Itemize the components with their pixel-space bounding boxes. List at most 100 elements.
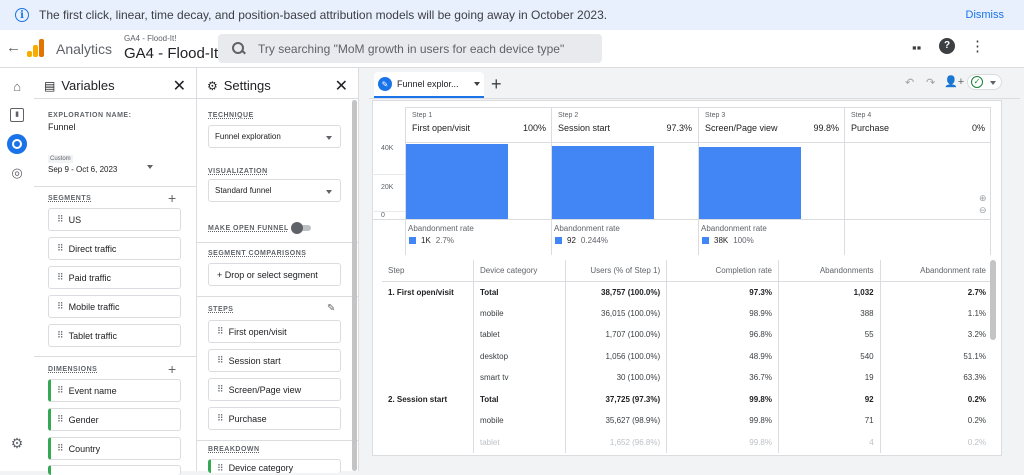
advertising-icon[interactable]: ◎ (10, 166, 24, 180)
table-row[interactable]: 1. First open/visit Total 38,757 (100.0%) 9… (382, 281, 992, 303)
legend-swatch (555, 237, 562, 244)
drag-handle-icon[interactable]: ⠿ (57, 443, 64, 454)
drag-handle-icon[interactable]: ⠿ (57, 330, 64, 341)
drag-handle-icon[interactable]: ⠿ (57, 414, 64, 425)
table-row[interactable]: tablet 1,652 (96.8%) 99.8% 4 0.2% (382, 431, 992, 453)
col-header-abandonments[interactable]: Abandonments (777, 260, 881, 282)
save-status-button[interactable]: ✓ (967, 74, 1002, 90)
segment-chip[interactable]: ⠿ Direct traffic (48, 237, 181, 260)
dismiss-button[interactable]: Dismiss (966, 9, 1005, 21)
step-name-label: Screen/Page view (705, 123, 778, 133)
abandonment-label: Abandonment rate (554, 224, 620, 233)
visualization-dropdown[interactable]: Standard funnel (208, 179, 341, 202)
step-chip[interactable]: ⠿ Screen/Page view (208, 378, 341, 401)
search-placeholder: Try searching "MoM growth in users for e… (258, 41, 565, 56)
drag-handle-icon[interactable]: ⠿ (57, 272, 64, 283)
drag-handle-icon[interactable]: ⠿ (217, 355, 224, 366)
table-row[interactable]: tablet 1,707 (100.0%) 96.8% 55 3.2% (382, 324, 992, 346)
segment-chip[interactable]: ⠿ Paid traffic (48, 266, 181, 289)
col-header-step[interactable]: Step (382, 260, 474, 282)
table-cell: 2.7% (879, 281, 992, 303)
table-row[interactable]: desktop 1,056 (100.0%) 48.9% 540 51.1% (382, 345, 992, 367)
search-bar[interactable]: Try searching "MoM growth in users for e… (218, 34, 602, 63)
step-name-label: Purchase (851, 123, 890, 133)
add-segment-icon[interactable]: + (168, 190, 176, 206)
funnel-bar[interactable] (406, 144, 508, 219)
exploration-name-label: EXPLORATION NAME: (48, 112, 132, 119)
step-chip[interactable]: ⠿ Session start (208, 349, 341, 372)
add-dimension-icon[interactable]: + (168, 361, 176, 377)
step-chip[interactable]: ⠿ Purchase (208, 407, 341, 430)
drag-handle-icon[interactable]: ⠿ (57, 385, 64, 396)
table-row[interactable]: 2. Session start Total 37,725 (97.3%) 99.8%… (382, 388, 992, 410)
table-cell: Total (473, 388, 565, 410)
status-dropdown-icon (990, 81, 996, 85)
property-selector[interactable]: GA4 - Flood-It! (124, 45, 222, 62)
analytics-logo-icon (27, 39, 45, 57)
edit-steps-icon[interactable]: ✎ (327, 303, 335, 314)
technique-dropdown[interactable]: Funnel exploration (208, 125, 341, 148)
more-vert-icon[interactable]: ⋮ (970, 37, 985, 55)
step-percentage-label: 97.3% (666, 123, 692, 133)
funnel-bar[interactable] (699, 146, 801, 219)
apps-grid-icon[interactable]: ▪▪ (912, 40, 921, 55)
settings-gear-icon[interactable]: ⚙ (10, 436, 24, 450)
drag-handle-icon[interactable]: ⠿ (217, 384, 224, 395)
drag-handle-icon[interactable]: ⠿ (217, 463, 224, 473)
drag-handle-icon[interactable]: ⠿ (217, 413, 224, 424)
table-scrollbar[interactable] (990, 260, 996, 340)
segment-drop-zone[interactable]: + Drop or select segment (208, 263, 341, 286)
table-row[interactable]: smart tv 30 (100.0%) 36.7% 19 63.3% (382, 367, 992, 389)
dimension-chip[interactable]: ⠿ Event name (48, 379, 181, 402)
back-arrow-icon[interactable]: ← (6, 39, 21, 56)
dimension-chip[interactable]: ⠿ Gender (48, 408, 181, 431)
add-tab-icon[interactable]: + (491, 74, 502, 95)
check-icon: ✓ (971, 76, 983, 88)
step-chip[interactable]: ⠿ First open/visit (208, 320, 341, 343)
drag-handle-icon[interactable]: ⠿ (217, 326, 224, 337)
segment-chip[interactable]: ⠿ Tablet traffic (48, 324, 181, 347)
step-number-label: Step 4 (851, 112, 872, 119)
drag-handle-icon[interactable]: ⠿ (57, 243, 64, 254)
table-cell: 51.1% (879, 345, 992, 367)
dimension-chip-partial[interactable] (48, 465, 181, 475)
abandonment-label: Abandonment rate (408, 224, 474, 233)
table-row[interactable]: mobile 35,627 (98.9%) 99.8% 71 0.2% (382, 410, 992, 432)
open-funnel-toggle[interactable] (291, 222, 311, 234)
dimensions-label: DIMENSIONS (48, 366, 98, 373)
undo-icon[interactable]: ↶ (905, 76, 914, 89)
segment-chip[interactable]: ⠿ Mobile traffic (48, 295, 181, 318)
help-icon[interactable]: ? (939, 38, 955, 54)
close-variables-icon[interactable]: ✕ (173, 76, 186, 96)
share-user-icon[interactable]: 👤+ (944, 75, 964, 88)
table-cell: tablet (473, 431, 565, 453)
drag-handle-icon[interactable]: ⠿ (57, 214, 64, 225)
app-name: Analytics (56, 41, 113, 57)
date-dropdown-icon[interactable] (147, 165, 153, 169)
redo-icon[interactable]: ↷ (926, 76, 935, 89)
abandonment-rate-value: 100% (733, 236, 754, 245)
banner-message: The first click, linear, time decay, and… (39, 8, 608, 22)
date-range-selector[interactable]: Sep 9 - Oct 6, 2023 (48, 165, 117, 174)
col-header-completion[interactable]: Completion rate (666, 260, 779, 282)
account-breadcrumb[interactable]: GA4 - Flood-It! (124, 34, 176, 43)
zoom-out-icon[interactable]: ⊖ (979, 205, 987, 216)
reports-icon[interactable]: ▮ (10, 108, 24, 122)
drag-handle-icon[interactable]: ⠿ (57, 301, 64, 312)
settings-scrollbar[interactable] (352, 100, 357, 471)
explore-icon[interactable] (7, 134, 27, 154)
zoom-in-icon[interactable]: ⊕ (979, 193, 987, 204)
exploration-name[interactable]: Funnel (48, 122, 76, 132)
close-settings-icon[interactable]: ✕ (335, 76, 348, 96)
segment-chip[interactable]: ⠿ US (48, 208, 181, 231)
home-icon[interactable]: ⌂ (10, 80, 24, 94)
table-cell: 36.7% (666, 367, 779, 389)
col-header-users[interactable]: Users (% of Step 1) (564, 260, 667, 282)
funnel-bar[interactable] (552, 146, 654, 219)
table-row[interactable]: mobile 36,015 (100.0%) 98.9% 388 1.1% (382, 302, 992, 324)
col-header-device[interactable]: Device category (473, 260, 565, 282)
tab-funnel-exploration[interactable]: ✎ Funnel explor... (374, 72, 484, 98)
col-header-abandonment-rate[interactable]: Abandonment rate (879, 260, 992, 282)
tab-menu-icon[interactable] (473, 82, 480, 86)
dimension-chip[interactable]: ⠿ Country (48, 437, 181, 460)
